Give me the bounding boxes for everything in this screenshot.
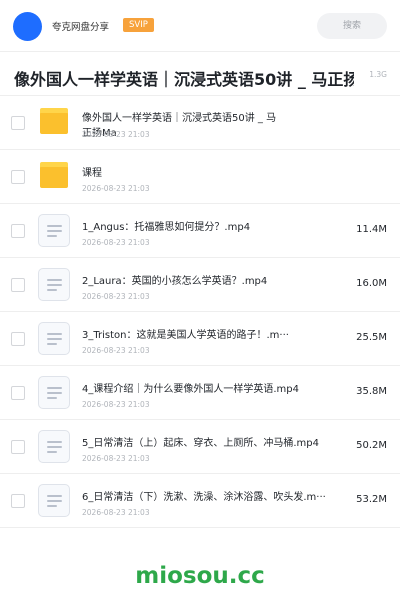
select-checkbox[interactable] [11, 440, 25, 454]
item-date: 2026-08-23 21:03 [82, 346, 150, 355]
item-size: 35.8M [356, 386, 387, 397]
search-input[interactable]: 搜索 [317, 13, 387, 39]
folder-size: 1.3G [369, 70, 387, 79]
document-icon [38, 322, 70, 355]
item-size: 25.5M [356, 332, 387, 343]
item-date: 2026-08-23 21:03 [82, 184, 150, 193]
document-icon [38, 430, 70, 463]
folder-icon [40, 162, 68, 188]
share-title: 夸克网盘分享 [52, 22, 110, 33]
item-size: 53.2M [356, 494, 387, 505]
avatar[interactable] [13, 12, 42, 41]
document-icon [38, 268, 70, 301]
item-name[interactable]: 1_Angus：托福雅思如何提分？.mp4 [82, 218, 347, 233]
folder-icon [40, 108, 68, 134]
file-row[interactable]: 2_Laura：英国的小孩怎么学英语？.mp4 2026-08-23 21:03 1… [0, 258, 400, 312]
item-date: 2026-08-23 21:03 [82, 454, 150, 463]
item-name[interactable]: 2_Laura：英国的小孩怎么学英语？.mp4 [82, 272, 347, 287]
select-checkbox[interactable] [11, 332, 25, 346]
select-checkbox[interactable] [11, 494, 25, 508]
select-checkbox[interactable] [11, 224, 25, 238]
item-name[interactable]: 5_日常清洁（上）起床、穿衣、上厕所、冲马桶.mp4 [82, 434, 347, 449]
document-icon [38, 376, 70, 409]
select-checkbox[interactable] [11, 116, 25, 130]
folder-row[interactable]: 像外国人一样学英语｜沉浸式英语50讲 _ 马正扬Ma 2026-08-23 21:… [0, 96, 400, 150]
page-title: 像外国人一样学英语｜沉浸式英语50讲 _ 马正扬Ma [14, 70, 354, 89]
document-icon [38, 484, 70, 517]
item-size: 11.4M [356, 224, 387, 235]
svip-badge[interactable]: SVIP [123, 18, 154, 32]
item-name[interactable]: 课程 [82, 164, 347, 179]
select-checkbox[interactable] [11, 278, 25, 292]
document-icon [38, 214, 70, 247]
item-date: 2026-08-23 21:03 [82, 238, 150, 247]
top-bar: 夸克网盘分享 SVIP 搜索 [0, 0, 400, 52]
item-date: 2026-08-23 21:03 [82, 292, 150, 301]
file-row[interactable]: 5_日常清洁（上）起床、穿衣、上厕所、冲马桶.mp4 2026-08-23 21:… [0, 420, 400, 474]
file-list: 像外国人一样学英语｜沉浸式英语50讲 _ 马正扬Ma 2026-08-23 21:… [0, 96, 400, 528]
folder-row[interactable]: 课程 2026-08-23 21:03 [0, 150, 400, 204]
item-name[interactable]: 4_课程介绍｜为什么要像外国人一样学英语.mp4 [82, 380, 347, 395]
item-date: 2026-08-23 21:03 [82, 508, 150, 517]
select-checkbox[interactable] [11, 386, 25, 400]
item-name[interactable]: 3_Triston：这就是美国人学英语的路子！.m··· [82, 326, 347, 341]
item-name[interactable]: 6_日常清洁（下）洗漱、洗澡、涂沐浴露、吹头发.m··· [82, 488, 347, 503]
item-size: 50.2M [356, 440, 387, 451]
item-size: 16.0M [356, 278, 387, 289]
select-checkbox[interactable] [11, 170, 25, 184]
file-row[interactable]: 4_课程介绍｜为什么要像外国人一样学英语.mp4 2026-08-23 21:03… [0, 366, 400, 420]
watermark: miosou.cc [135, 563, 265, 589]
item-date: 2026-08-23 21:03 [82, 400, 150, 409]
file-row[interactable]: 6_日常清洁（下）洗漱、洗澡、涂沐浴露、吹头发.m··· 2026-08-23 2… [0, 474, 400, 528]
file-row[interactable]: 3_Triston：这就是美国人学英语的路子！.m··· 2026-08-23 2… [0, 312, 400, 366]
file-row[interactable]: 1_Angus：托福雅思如何提分？.mp4 2026-08-23 21:03 11.… [0, 204, 400, 258]
item-date: 2026-08-23 21:03 [82, 130, 150, 139]
